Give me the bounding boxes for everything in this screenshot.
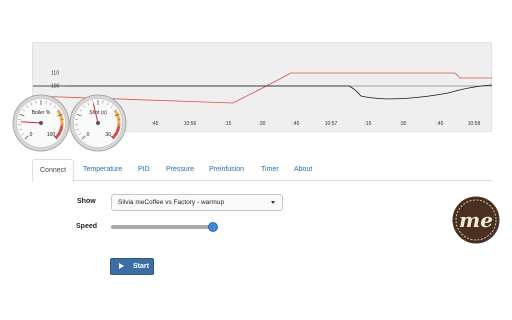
start-button-label: Start bbox=[133, 263, 149, 270]
y-tick-label: 100 bbox=[51, 84, 60, 90]
x-tick-label: :45 bbox=[437, 121, 444, 127]
gauge-max: 100 bbox=[47, 132, 56, 138]
tab-connect[interactable]: Connect bbox=[32, 159, 75, 182]
play-icon bbox=[119, 263, 124, 269]
tab-pid[interactable]: PID bbox=[131, 159, 157, 181]
tab-about[interactable]: About bbox=[287, 159, 319, 181]
x-tick-label: 10:58 bbox=[468, 121, 481, 127]
speed-label: Speed bbox=[76, 223, 98, 230]
shot-gauge: Shot (s) 0 30 bbox=[69, 94, 127, 152]
x-tick-label: :30 bbox=[259, 121, 266, 127]
x-tick-label: :15 bbox=[225, 121, 232, 127]
tab-preinfusion[interactable]: Preinfusion bbox=[202, 159, 251, 181]
x-tick-label: 10:56 bbox=[184, 121, 197, 127]
x-tick-label: :30 bbox=[400, 121, 407, 127]
tab-pressure[interactable]: Pressure bbox=[159, 159, 201, 181]
show-label: Show bbox=[77, 198, 96, 205]
gauge-label: Boiler % bbox=[32, 110, 51, 116]
y-tick-label: 110 bbox=[51, 71, 59, 77]
gauge-label: Shot (s) bbox=[89, 110, 107, 116]
x-tick-label: 10:57 bbox=[325, 121, 338, 127]
speed-slider-fill bbox=[111, 225, 213, 229]
gauge-min: 0 bbox=[30, 132, 33, 138]
gauge-dial-icon: Shot (s) 0 30 bbox=[69, 94, 127, 152]
tab-timer[interactable]: Timer bbox=[254, 159, 286, 181]
start-button[interactable]: Start bbox=[110, 258, 154, 275]
x-tick-label: :15 bbox=[365, 121, 372, 127]
speed-slider[interactable] bbox=[111, 222, 218, 232]
gauge-max: 30 bbox=[105, 132, 111, 138]
show-select-value: Silvia meCoffee vs Factory - warmup bbox=[118, 199, 225, 206]
gauge-dial-icon: Boiler % 0 100 bbox=[12, 94, 70, 152]
x-tick-label: :45 bbox=[293, 121, 300, 127]
logo-text: me bbox=[459, 208, 493, 232]
tab-bar: Connect Temperature PID Pressure Preinfu… bbox=[32, 159, 492, 182]
gauge-min: 0 bbox=[87, 132, 90, 138]
speed-slider-handle[interactable] bbox=[207, 222, 218, 232]
mecoffee-logo-icon: me bbox=[452, 196, 500, 244]
x-tick-label: :45 bbox=[152, 121, 159, 127]
chevron-down-icon bbox=[271, 201, 275, 204]
boiler-gauge: Boiler % 0 100 bbox=[12, 94, 70, 152]
show-select[interactable]: Silvia meCoffee vs Factory - warmup bbox=[111, 194, 283, 211]
tab-temperature[interactable]: Temperature bbox=[76, 159, 129, 181]
